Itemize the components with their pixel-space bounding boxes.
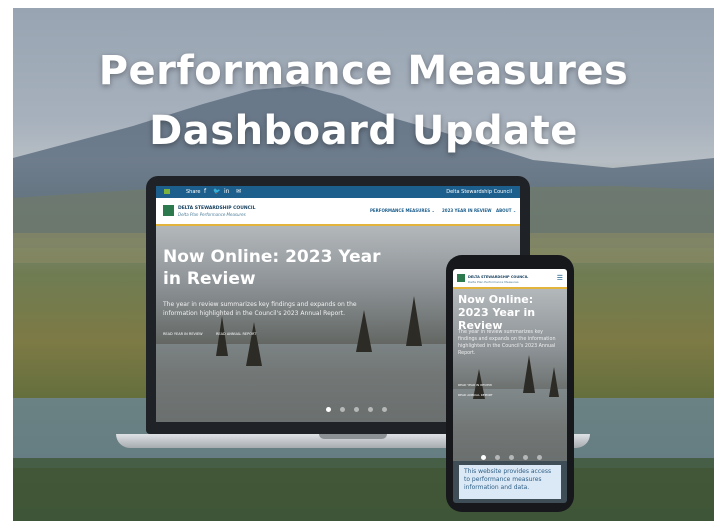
headline-line-2: Dashboard Update	[149, 108, 578, 154]
phone-read-year-in-review-link[interactable]: READ YEAR IN REVIEW	[458, 383, 492, 387]
phone-hero-banner: Now Online: 2023 Year in Review The year…	[453, 289, 567, 461]
phone-navbar: DELTA STEWARDSHIP COUNCIL Delta Plan Per…	[453, 269, 567, 289]
laptop-notch	[319, 434, 387, 439]
site-topbar: Share f 🐦 in ✉ Delta Stewardship Council	[156, 186, 520, 198]
share-label: Share	[186, 189, 201, 195]
slide-dot[interactable]	[537, 455, 542, 460]
slide-dot[interactable]	[382, 407, 387, 412]
headline-line-1: Performance Measures	[98, 48, 629, 94]
brand-subtitle: Delta Plan Performance Measures	[178, 212, 246, 217]
nav-about[interactable]: ABOUT ⌄	[496, 208, 516, 213]
brand-icon	[163, 205, 174, 216]
slide-dot[interactable]	[523, 455, 528, 460]
phone-screen: DELTA STEWARDSHIP COUNCIL Delta Plan Per…	[453, 269, 567, 503]
slide-dot[interactable]	[509, 455, 514, 460]
slide-dot[interactable]	[368, 407, 373, 412]
email-icon[interactable]: ✉	[236, 188, 241, 195]
phone-brand-subtitle: Delta Plan Performance Measures	[468, 280, 519, 284]
linkedin-icon[interactable]: in	[224, 188, 229, 195]
delta-logo-icon	[164, 189, 170, 194]
council-link[interactable]: Delta Stewardship Council	[446, 189, 512, 195]
read-annual-report-link[interactable]: READ ANNUAL REPORT	[216, 332, 256, 336]
brand-name[interactable]: DELTA STEWARDSHIP COUNCIL	[178, 206, 255, 211]
nav-year-in-review[interactable]: 2023 YEAR IN REVIEW	[442, 208, 492, 213]
slide-dot[interactable]	[481, 455, 486, 460]
hamburger-menu-icon[interactable]: ☰	[557, 274, 563, 282]
hero-title: Now Online: 2023 Year in Review	[163, 247, 381, 289]
phone-hero-title: Now Online: 2023 Year in Review	[458, 293, 536, 332]
info-callout: This website provides access to performa…	[459, 465, 561, 499]
slide-dot[interactable]	[326, 407, 331, 412]
slide-dot[interactable]	[340, 407, 345, 412]
phone-read-annual-report-link[interactable]: READ ANNUAL REPORT	[458, 393, 493, 397]
phone-brand-name[interactable]: DELTA STEWARDSHIP COUNCIL	[468, 275, 528, 279]
phone-device: DELTA STEWARDSHIP COUNCIL Delta Plan Per…	[446, 255, 574, 512]
read-year-in-review-link[interactable]: READ YEAR IN REVIEW	[163, 332, 203, 336]
slide-dot[interactable]	[354, 407, 359, 412]
phone-hero-text: The year in review summarizes key findin…	[458, 330, 556, 356]
facebook-icon[interactable]: f	[204, 188, 206, 195]
site-navbar: DELTA STEWARDSHIP COUNCIL Delta Plan Per…	[156, 198, 520, 226]
slide-dot[interactable]	[495, 455, 500, 460]
nav-performance-measures[interactable]: PERFORMANCE MEASURES ⌄	[370, 208, 435, 213]
twitter-icon[interactable]: 🐦	[213, 188, 220, 195]
hero-text: The year in review summarizes key findin…	[163, 301, 357, 317]
brand-icon	[457, 274, 465, 282]
